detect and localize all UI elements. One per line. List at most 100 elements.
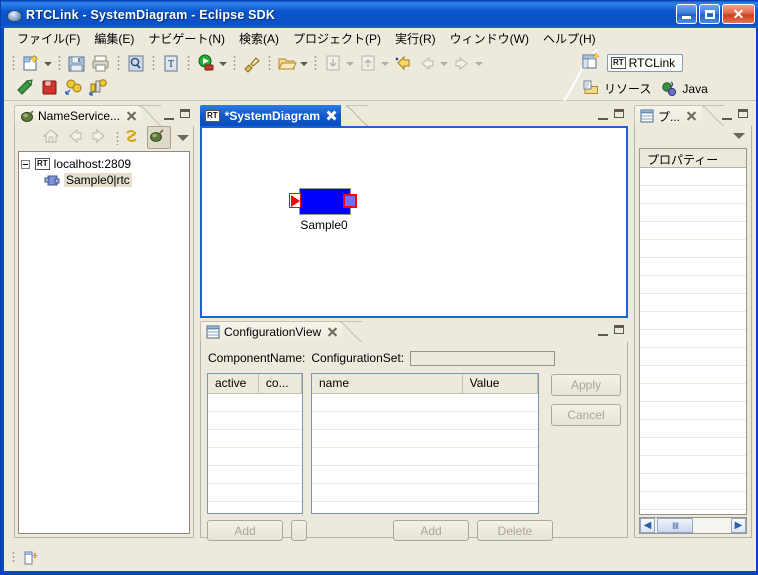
table-row[interactable] — [208, 448, 302, 466]
tab-properties[interactable]: プ... — [634, 105, 702, 126]
search-icon[interactable] — [125, 53, 147, 74]
reset-icon[interactable] — [87, 77, 109, 98]
connect-icon[interactable] — [147, 126, 171, 149]
print-icon[interactable] — [90, 53, 112, 74]
scrollbar-thumb[interactable]: IIII — [657, 518, 693, 533]
tree-node-sample0[interactable]: Sample0|rtc — [21, 172, 187, 188]
table-row[interactable] — [640, 438, 746, 456]
table-row[interactable] — [640, 240, 746, 258]
new-wizard-dropdown-icon[interactable] — [43, 53, 52, 73]
table-row[interactable] — [640, 456, 746, 474]
out-port-icon[interactable] — [343, 194, 357, 208]
perspective-rtclink-button[interactable]: RT RTCLink — [607, 53, 684, 72]
maximize-button[interactable] — [699, 4, 720, 24]
minimize-button[interactable] — [676, 4, 697, 24]
in-port-icon[interactable] — [289, 193, 301, 208]
menu-edit[interactable]: 編集(E) — [87, 28, 141, 49]
name-service-tree[interactable]: RT localhost:2809 Sample0|rtc — [18, 151, 190, 534]
minimize-icon[interactable] — [722, 109, 732, 120]
table-row[interactable] — [312, 412, 538, 430]
configuration-set-table[interactable]: active co... — [207, 373, 303, 520]
table-row[interactable] — [640, 276, 746, 294]
close-icon[interactable] — [326, 110, 337, 121]
minimize-icon[interactable] — [598, 325, 608, 336]
tab-name-service[interactable]: NameService... — [14, 105, 142, 126]
open-perspective-icon[interactable] — [581, 52, 603, 73]
close-button[interactable]: ✕ — [722, 4, 755, 24]
table-row[interactable] — [312, 448, 538, 466]
view-menu-icon[interactable] — [177, 134, 189, 141]
tree-node-root[interactable]: RT localhost:2809 — [21, 156, 187, 172]
menu-file[interactable]: ファイル(F) — [10, 28, 87, 49]
last-edit-location-icon[interactable] — [392, 53, 414, 74]
run-dropdown-icon[interactable] — [218, 53, 227, 73]
table-row[interactable] — [312, 502, 538, 520]
maximize-icon[interactable] — [614, 325, 624, 334]
diagram-canvas[interactable]: Sample0 — [200, 126, 628, 318]
column-value[interactable]: Value — [463, 374, 538, 393]
table-row[interactable] — [640, 330, 746, 348]
menu-window[interactable]: ウィンドウ(W) — [443, 28, 536, 49]
table-row[interactable] — [208, 412, 302, 430]
maximize-icon[interactable] — [738, 109, 748, 118]
menu-navigate[interactable]: ナビゲート(N) — [141, 28, 232, 49]
maximize-icon[interactable] — [614, 109, 624, 118]
debug-icon[interactable] — [241, 53, 263, 74]
perspective-resource-button[interactable]: リソース — [582, 80, 651, 97]
rtc-component-sample0[interactable]: Sample0 — [289, 188, 357, 232]
configuration-param-table[interactable]: name Value — [311, 373, 539, 520]
maximize-icon[interactable] — [180, 109, 190, 118]
table-row[interactable] — [208, 502, 302, 520]
perspective-java-button[interactable]: Java — [660, 80, 708, 97]
table-row[interactable] — [208, 394, 302, 412]
run-icon[interactable] — [195, 53, 217, 74]
menu-run[interactable]: 実行(R) — [388, 28, 443, 49]
column-config[interactable]: co... — [259, 374, 302, 393]
run-rtc-icon[interactable] — [15, 77, 37, 98]
table-row[interactable] — [640, 204, 746, 222]
minimize-icon[interactable] — [598, 109, 608, 120]
menu-project[interactable]: プロジェクト(P) — [286, 28, 388, 49]
table-row[interactable] — [640, 258, 746, 276]
configuration-set-input[interactable] — [410, 350, 556, 366]
apply-button[interactable]: Apply — [551, 374, 621, 396]
delete-param-button[interactable]: Delete — [477, 520, 553, 541]
properties-table[interactable]: プロパティー — [639, 148, 747, 515]
scroll-left-icon[interactable]: ◀ — [640, 518, 655, 533]
new-text-file-icon[interactable]: T — [160, 53, 182, 74]
new-wizard-icon[interactable] — [20, 53, 42, 74]
table-row[interactable] — [640, 168, 746, 186]
menu-search[interactable]: 検索(A) — [232, 28, 286, 49]
column-name[interactable]: name — [312, 374, 463, 393]
add-param-button[interactable]: Add — [393, 520, 469, 541]
table-row[interactable] — [312, 484, 538, 502]
table-row[interactable] — [640, 366, 746, 384]
table-row[interactable] — [640, 420, 746, 438]
cancel-button[interactable]: Cancel — [551, 404, 621, 426]
table-row[interactable] — [208, 484, 302, 502]
refresh-icon[interactable] — [123, 127, 145, 148]
table-row[interactable] — [640, 312, 746, 330]
minimize-icon[interactable] — [164, 109, 174, 120]
table-row[interactable] — [640, 222, 746, 240]
add-set-button[interactable]: Add — [207, 520, 283, 541]
table-row[interactable] — [640, 186, 746, 204]
collapse-icon[interactable] — [21, 159, 30, 169]
table-row[interactable] — [640, 348, 746, 366]
table-row[interactable] — [640, 402, 746, 420]
table-row[interactable] — [640, 474, 746, 492]
table-row[interactable] — [312, 466, 538, 484]
close-icon[interactable] — [327, 327, 338, 338]
table-row[interactable] — [312, 430, 538, 448]
open-folder-icon[interactable] — [276, 53, 298, 74]
table-row[interactable] — [208, 430, 302, 448]
close-icon[interactable] — [126, 111, 137, 122]
rtc-component-body[interactable] — [289, 188, 357, 215]
tab-system-diagram[interactable]: RT *SystemDiagram — [200, 105, 342, 126]
column-active[interactable]: active — [208, 374, 259, 393]
scroll-right-icon[interactable]: ▶ — [731, 518, 746, 533]
close-icon[interactable] — [686, 111, 697, 122]
table-row[interactable] — [312, 394, 538, 412]
tab-configuration-view[interactable]: ConfigurationView — [200, 321, 343, 342]
table-row[interactable] — [640, 294, 746, 312]
